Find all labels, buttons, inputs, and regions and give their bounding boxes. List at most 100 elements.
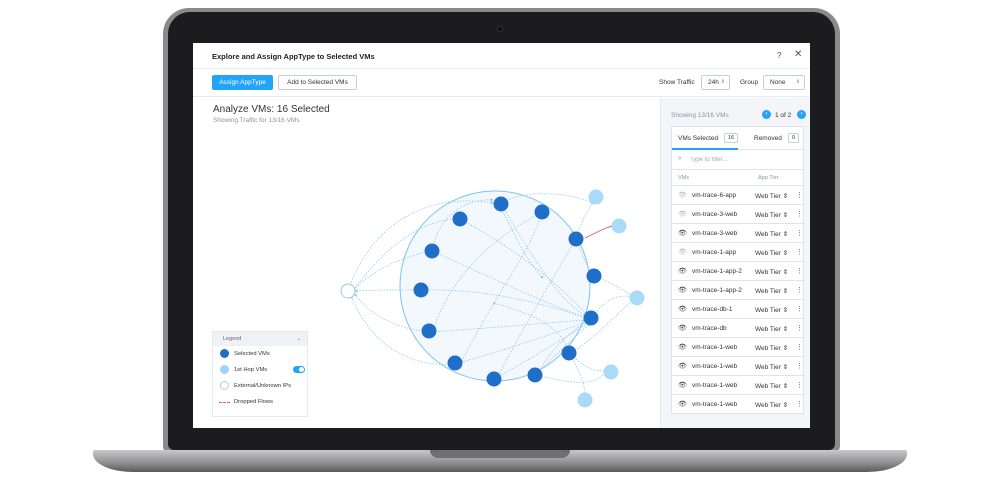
app-tier-value: Web Tier — [755, 345, 781, 352]
more-options-icon[interactable]: ⋮ — [796, 305, 803, 313]
more-options-icon[interactable]: ⋮ — [796, 248, 803, 256]
chevron-updown-icon: ⇕ — [782, 307, 789, 314]
selected-node[interactable] — [486, 371, 502, 387]
table-row[interactable]: 👁 vm-trace-1-web Web Tier ⇕ ⋮ — [671, 395, 804, 414]
group-select[interactable]: None ⇕ — [763, 75, 805, 90]
close-icon[interactable]: ✕ — [794, 49, 802, 60]
app-tier-select[interactable]: Web Tier ⇕ — [755, 268, 788, 276]
filter-input[interactable] — [690, 154, 790, 165]
table-row[interactable]: 👁 vm-trace-1-web Web Tier ⇕ ⋮ — [671, 357, 804, 376]
app-tier-select[interactable]: Web Tier ⇕ — [755, 344, 788, 352]
eye-off-icon[interactable]: 👁 — [678, 210, 687, 218]
selected-node[interactable] — [447, 355, 463, 371]
chevron-updown-icon: ⇕ — [782, 288, 789, 295]
tab-vms-selected[interactable]: VMs Selected — [678, 135, 718, 142]
selected-node[interactable] — [424, 243, 440, 259]
selected-node[interactable] — [534, 204, 550, 220]
vm-name: vm-trace-1-app-2 — [692, 268, 742, 275]
column-header-vms[interactable]: VMs — [678, 175, 689, 181]
table-row[interactable]: 👁 vm-trace-1-web Web Tier ⇕ ⋮ — [671, 338, 804, 357]
app-tier-select[interactable]: Web Tier ⇕ — [755, 230, 788, 238]
table-row[interactable]: 👁 vm-trace-6-app Web Tier ⇕ ⋮ — [671, 186, 804, 205]
more-options-icon[interactable]: ⋮ — [796, 191, 803, 199]
eye-off-icon[interactable]: 👁 — [678, 191, 687, 199]
table-row[interactable]: 👁 vm-trace-3-web Web Tier ⇕ ⋮ — [671, 224, 804, 243]
legend-header[interactable]: Legend ⌄ — [213, 332, 307, 346]
selected-node[interactable] — [421, 323, 437, 339]
more-options-icon[interactable]: ⋮ — [796, 210, 803, 218]
app-tier-value: Web Tier — [755, 326, 781, 333]
more-options-icon[interactable]: ⋮ — [796, 362, 803, 370]
toolbar: Assign AppType Add to Selected VMs Show … — [193, 69, 810, 97]
more-options-icon[interactable]: ⋮ — [796, 286, 803, 294]
table-row[interactable]: 👁 vm-trace-1-app-2 Web Tier ⇕ ⋮ — [671, 262, 804, 281]
prev-page-icon[interactable]: ‹ — [762, 110, 771, 119]
app-tier-select[interactable]: Web Tier ⇕ — [755, 325, 788, 333]
hop-node[interactable] — [611, 218, 627, 234]
more-options-icon[interactable]: ⋮ — [796, 324, 803, 332]
external-node[interactable] — [340, 283, 356, 299]
selected-node[interactable] — [493, 196, 509, 212]
selected-node[interactable] — [561, 345, 577, 361]
selected-node[interactable] — [583, 310, 599, 326]
app-tier-select[interactable]: Web Tier ⇕ — [755, 382, 788, 390]
dialog-title: Explore and Assign AppType to Selected V… — [212, 52, 375, 61]
vm-name: vm-trace-3-web — [692, 211, 738, 218]
more-options-icon[interactable]: ⋮ — [796, 229, 803, 237]
selected-node[interactable] — [586, 268, 602, 284]
help-icon[interactable]: ? — [777, 51, 781, 60]
selected-node[interactable] — [527, 367, 543, 383]
more-options-icon[interactable]: ⋮ — [796, 381, 803, 389]
app-tier-select[interactable]: Web Tier ⇕ — [755, 287, 788, 295]
hop-node[interactable] — [629, 290, 645, 306]
table-row[interactable]: 👁 vm-trace-db-1 Web Tier ⇕ ⋮ — [671, 300, 804, 319]
app-tier-select[interactable]: Web Tier ⇕ — [755, 249, 788, 257]
eye-icon[interactable]: 👁 — [678, 267, 687, 275]
eye-off-icon[interactable]: 👁 — [678, 248, 687, 256]
more-options-icon[interactable]: ⋮ — [796, 267, 803, 275]
table-row[interactable]: 👁 vm-trace-3-web Web Tier ⇕ ⋮ — [671, 205, 804, 224]
table-row[interactable]: 👁 vm-trace-1-app Web Tier ⇕ ⋮ — [671, 243, 804, 262]
eye-icon[interactable]: 👁 — [678, 362, 687, 370]
next-page-icon[interactable]: › — [797, 110, 806, 119]
eye-icon[interactable]: 👁 — [678, 229, 687, 237]
more-options-icon[interactable]: ⋮ — [796, 400, 803, 408]
selected-node[interactable] — [452, 211, 468, 227]
add-to-selected-vms-button[interactable]: Add to Selected VMs — [278, 75, 357, 90]
eye-icon[interactable]: 👁 — [678, 343, 687, 351]
legend-item-dropped: Dropped Flows — [213, 394, 307, 410]
more-options-icon[interactable]: ⋮ — [796, 343, 803, 351]
app-tier-select[interactable]: Web Tier ⇕ — [755, 363, 788, 371]
assign-apptype-button[interactable]: Assign AppType — [212, 75, 273, 90]
eye-icon[interactable]: 👁 — [678, 381, 687, 389]
app-tier-select[interactable]: Web Tier ⇕ — [755, 401, 788, 409]
hop-node[interactable] — [603, 364, 619, 380]
tab-removed[interactable]: Removed — [754, 135, 782, 142]
selected-node[interactable] — [568, 231, 584, 247]
table-header: VMs App Tier — [671, 170, 804, 186]
eye-icon[interactable]: 👁 — [678, 324, 687, 332]
app-tier-select[interactable]: Web Tier ⇕ — [755, 192, 788, 200]
legend: Legend ⌄ Selected VMs 1st Hop VMs Extern… — [212, 331, 308, 417]
hop-vms-toggle[interactable] — [293, 366, 305, 373]
column-header-app-tier[interactable]: App Tier — [758, 175, 778, 181]
chevron-updown-icon: ⇕ — [782, 364, 789, 371]
eye-icon[interactable]: 👁 — [678, 305, 687, 313]
hop-node[interactable] — [588, 189, 604, 205]
table-row[interactable]: 👁 vm-trace-db Web Tier ⇕ ⋮ — [671, 319, 804, 338]
chevron-updown-icon: ⇕ — [720, 79, 725, 85]
legend-label-hop: 1st Hop VMs — [234, 367, 268, 373]
table-row[interactable]: 👁 vm-trace-1-web Web Tier ⇕ ⋮ — [671, 376, 804, 395]
eye-icon[interactable]: 👁 — [678, 286, 687, 294]
legend-item-external: External/Unknown IPs — [213, 378, 307, 394]
selected-node[interactable] — [413, 282, 429, 298]
table-row[interactable]: 👁 vm-trace-1-app-2 Web Tier ⇕ ⋮ — [671, 281, 804, 300]
group-label: Group — [740, 79, 759, 86]
traffic-select[interactable]: 24h ⇕ — [701, 75, 730, 90]
eye-icon[interactable]: 👁 — [678, 400, 687, 408]
app-tier-select[interactable]: Web Tier ⇕ — [755, 306, 788, 314]
app-tier-select[interactable]: Web Tier ⇕ — [755, 211, 788, 219]
app-tier-value: Web Tier — [755, 402, 781, 409]
hop-node[interactable] — [577, 392, 593, 408]
vm-panel: Showing 13/16 VMs ‹ 1 of 2 › VMs Selecte… — [660, 98, 810, 428]
